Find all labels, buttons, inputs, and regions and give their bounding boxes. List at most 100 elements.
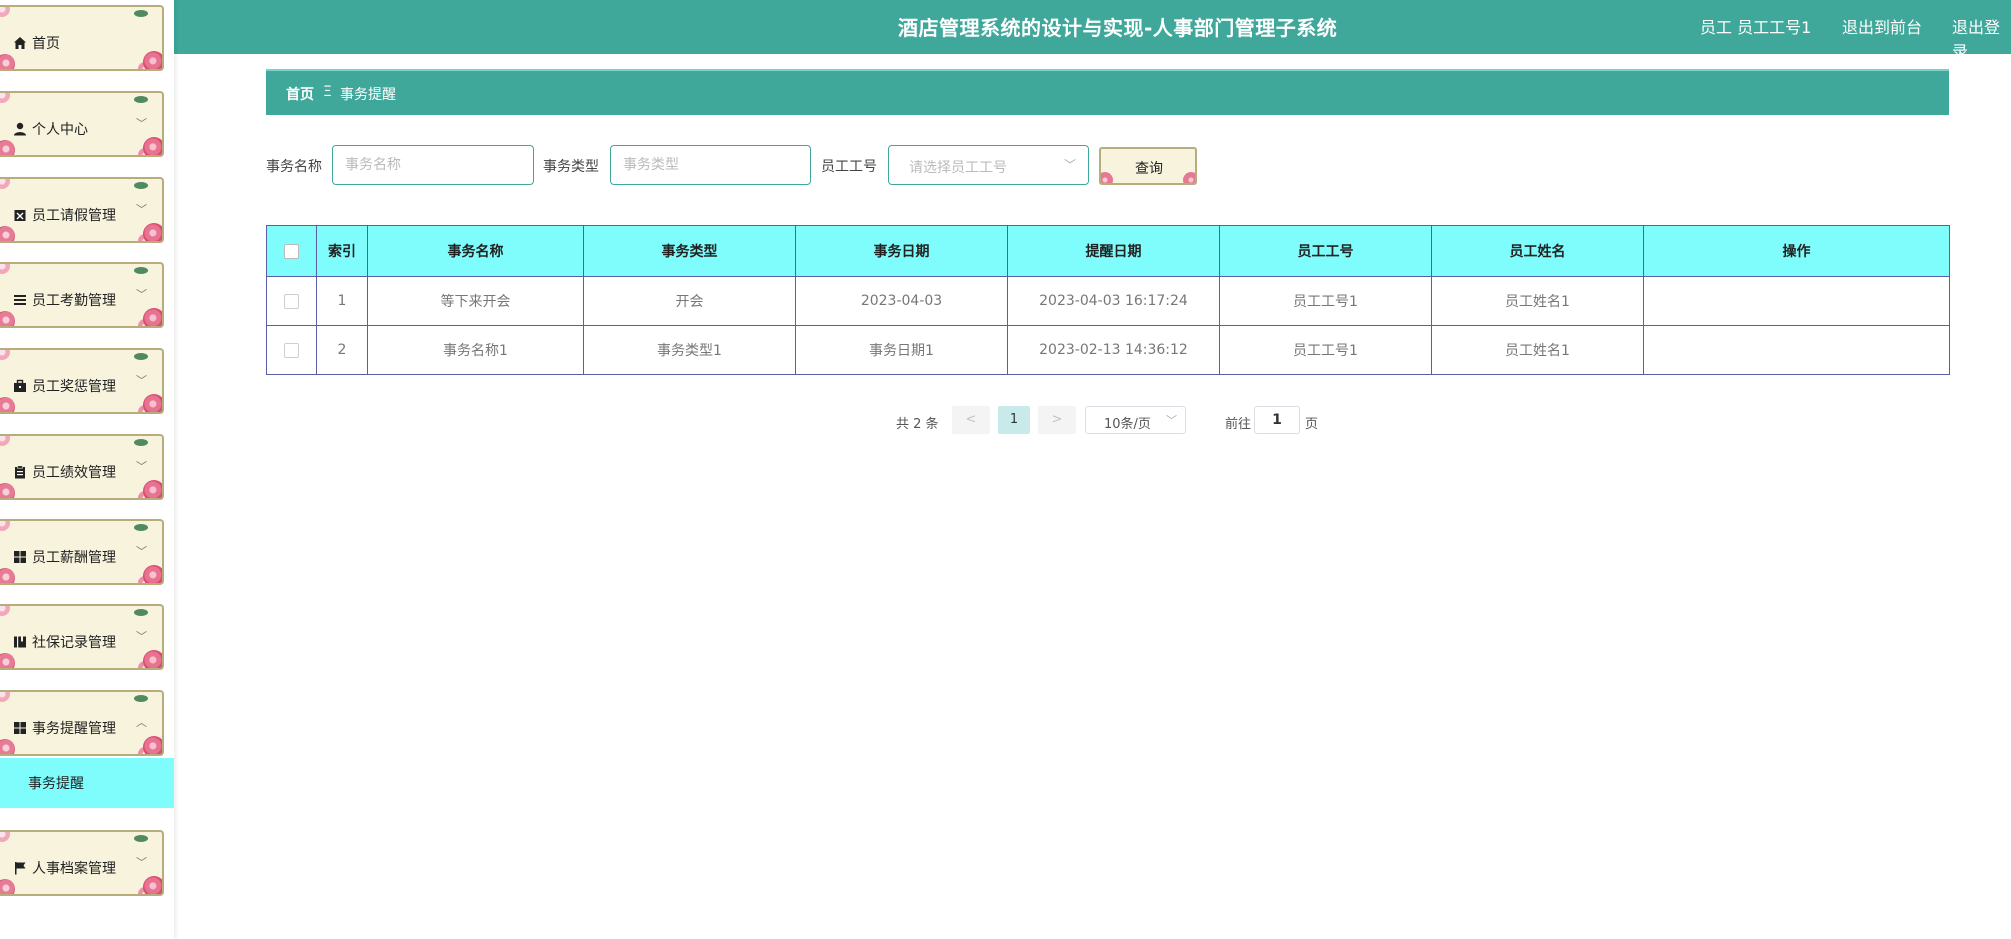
page-size-value: 10条/页 bbox=[1104, 417, 1151, 432]
sidebar-item-home[interactable]: 首页 bbox=[0, 5, 164, 71]
pagination-total: 共 2 条 bbox=[896, 417, 939, 432]
column-header: 提醒日期 bbox=[1007, 225, 1220, 277]
chevron-down-icon: ﹀ bbox=[1166, 414, 1177, 427]
table-cell: 2023-02-13 14:36:12 bbox=[1007, 325, 1220, 375]
table-cell: 事务名称1 bbox=[367, 325, 584, 375]
task-name-input[interactable] bbox=[332, 145, 534, 185]
sidebar-item-label: 员工请假管理 bbox=[32, 208, 116, 224]
table-cell: 员工姓名1 bbox=[1431, 276, 1644, 326]
table-cell: 1 bbox=[316, 276, 368, 326]
calendar-icon bbox=[12, 208, 28, 224]
table-cell: 开会 bbox=[583, 276, 796, 326]
sidebar-item-label: 员工绩效管理 bbox=[32, 465, 116, 481]
sidebar-item-reminder-management[interactable]: 事务提醒管理 ︿ bbox=[0, 690, 164, 756]
user-icon bbox=[12, 122, 28, 138]
flower-decoration bbox=[143, 565, 162, 583]
flower-decoration bbox=[0, 568, 15, 583]
column-header: 事务类型 bbox=[583, 225, 796, 277]
flower-decoration bbox=[0, 311, 15, 326]
flower-decoration bbox=[143, 51, 162, 69]
chevron-up-icon: ︿ bbox=[136, 716, 147, 729]
table-cell: 2023-04-03 bbox=[795, 276, 1008, 326]
flower-decoration bbox=[0, 93, 10, 103]
leaf-decoration bbox=[134, 96, 148, 103]
flower-decoration bbox=[143, 394, 162, 412]
sidebar-item-label: 员工考勤管理 bbox=[32, 293, 116, 309]
sidebar-item-label: 个人中心 bbox=[32, 122, 88, 138]
list-icon bbox=[12, 293, 28, 309]
pagination-next-button[interactable]: > bbox=[1038, 406, 1076, 434]
goto-page-input[interactable] bbox=[1254, 406, 1300, 434]
table-cell-actions bbox=[1643, 325, 1950, 375]
breadcrumb: 首页 Ξ 事务提醒 bbox=[266, 69, 1949, 115]
column-header: 操作 bbox=[1643, 225, 1950, 277]
pagination-page-1[interactable]: 1 bbox=[998, 406, 1030, 434]
pagination-prev-button[interactable]: < bbox=[952, 406, 990, 434]
grid-icon bbox=[12, 721, 28, 737]
sidebar-item-rewards-management[interactable]: 员工奖惩管理 ﹀ bbox=[0, 348, 164, 414]
flower-decoration bbox=[0, 350, 10, 360]
table-cell: 事务类型1 bbox=[583, 325, 796, 375]
goto-label: 前往 bbox=[1225, 417, 1252, 432]
column-header: 索引 bbox=[316, 225, 368, 277]
flower-decoration bbox=[0, 606, 10, 616]
flower-decoration bbox=[0, 226, 15, 241]
flower-decoration bbox=[143, 308, 162, 326]
flower-decoration bbox=[0, 179, 10, 189]
submenu-item-reminders[interactable]: 事务提醒 bbox=[0, 758, 174, 808]
table-header-row: 索引 事务名称 事务类型 事务日期 提醒日期 员工工号 员工姓名 操作 bbox=[266, 225, 1950, 277]
column-header: 事务日期 bbox=[795, 225, 1008, 277]
sidebar-item-performance-management[interactable]: 员工绩效管理 ﹀ bbox=[0, 434, 164, 500]
logout-link[interactable]: 退出登录 bbox=[1952, 14, 2011, 62]
current-user-label: 员工 员工工号1 bbox=[1700, 18, 1812, 37]
flower-decoration bbox=[0, 397, 15, 412]
flower-decoration bbox=[0, 653, 15, 668]
task-type-input[interactable] bbox=[610, 145, 811, 185]
leaf-decoration bbox=[134, 10, 148, 17]
chevron-down-icon: ﹀ bbox=[136, 374, 147, 387]
sidebar-item-salary-management[interactable]: 员工薪酬管理 ﹀ bbox=[0, 519, 164, 585]
leaf-decoration bbox=[134, 439, 148, 446]
chevron-down-icon: ﹀ bbox=[136, 545, 147, 558]
task-name-label: 事务名称 bbox=[266, 159, 322, 175]
sidebar-item-label: 事务提醒管理 bbox=[32, 721, 116, 737]
sidebar-item-personnel-archive-management[interactable]: 人事档案管理 ﹀ bbox=[0, 830, 164, 896]
flower-decoration bbox=[0, 54, 15, 69]
goto-suffix-label: 页 bbox=[1305, 417, 1319, 432]
clipboard-icon bbox=[12, 465, 28, 481]
sidebar-item-personal-center[interactable]: 个人中心 ﹀ bbox=[0, 91, 164, 157]
table-row: 1 等下来开会 开会 2023-04-03 2023-04-03 16:17:2… bbox=[266, 276, 1950, 326]
leaf-decoration bbox=[134, 835, 148, 842]
table-row: 2 事务名称1 事务类型1 事务日期1 2023-02-13 14:36:12 … bbox=[266, 325, 1950, 375]
grid-icon bbox=[12, 550, 28, 566]
flower-decoration bbox=[143, 480, 162, 498]
page-size-select[interactable]: 10条/页 ﹀ bbox=[1085, 406, 1186, 434]
exit-to-front-link[interactable]: 退出到前台 bbox=[1842, 14, 1922, 38]
breadcrumb-home-link[interactable]: 首页 bbox=[286, 84, 314, 104]
sidebar-item-attendance-management[interactable]: 员工考勤管理 ﹀ bbox=[0, 262, 164, 328]
table-cell: 员工姓名1 bbox=[1431, 325, 1644, 375]
sidebar-item-label: 员工薪酬管理 bbox=[32, 550, 116, 566]
sidebar-item-leave-management[interactable]: 员工请假管理 ﹀ bbox=[0, 177, 164, 243]
table-cell-actions bbox=[1643, 276, 1950, 326]
sidebar-item-social-security-management[interactable]: 社保记录管理 ﹀ bbox=[0, 604, 164, 670]
select-all-cell bbox=[266, 225, 317, 277]
flower-decoration bbox=[1101, 172, 1113, 183]
flower-decoration bbox=[143, 876, 162, 894]
select-all-checkbox[interactable] bbox=[284, 243, 299, 259]
flower-decoration bbox=[0, 436, 10, 446]
flower-decoration bbox=[143, 137, 162, 155]
flower-decoration bbox=[0, 7, 10, 17]
row-select-cell bbox=[266, 276, 317, 326]
table-cell: 2 bbox=[316, 325, 368, 375]
employee-id-select[interactable]: 请选择员工工号 ﹀ bbox=[888, 145, 1089, 185]
breadcrumb-separator-icon: Ξ bbox=[323, 84, 332, 100]
column-header: 员工姓名 bbox=[1431, 225, 1644, 277]
flower-decoration bbox=[0, 264, 10, 274]
search-button-label: 查询 bbox=[1135, 161, 1163, 177]
home-icon bbox=[12, 36, 28, 52]
row-checkbox[interactable] bbox=[284, 342, 299, 358]
row-checkbox[interactable] bbox=[284, 293, 299, 309]
search-button[interactable]: 查询 bbox=[1099, 147, 1197, 185]
table-cell: 事务日期1 bbox=[795, 325, 1008, 375]
